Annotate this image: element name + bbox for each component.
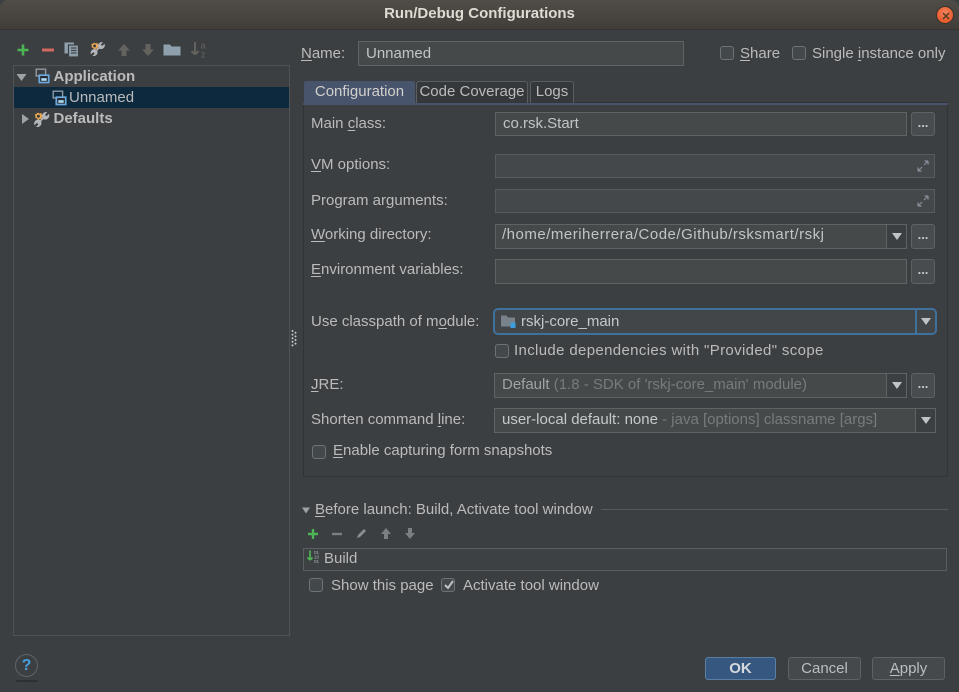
svg-text:z: z (201, 50, 206, 59)
svg-text:01: 01 (314, 559, 320, 563)
